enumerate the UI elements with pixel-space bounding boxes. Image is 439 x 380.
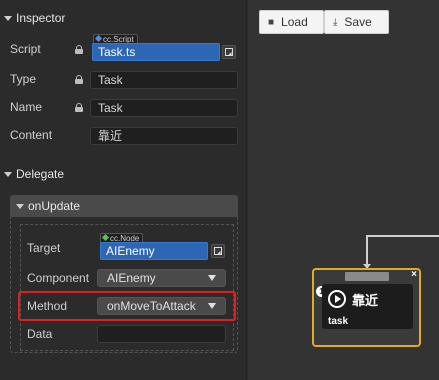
script-tag-icon <box>94 34 103 43</box>
type-field[interactable]: Task <box>90 71 238 89</box>
node-subtitle: task <box>328 316 349 327</box>
pick-node-icon[interactable] <box>211 244 225 258</box>
on-update-header[interactable]: onUpdate <box>10 195 238 217</box>
type-label: Type <box>10 72 37 86</box>
method-label: Method <box>27 299 68 313</box>
node-drag-handle[interactable] <box>345 272 389 281</box>
data-field[interactable] <box>97 325 226 343</box>
method-value: onMoveToAttack <box>107 299 196 313</box>
content-label: Content <box>10 128 53 142</box>
on-update-title: onUpdate <box>28 199 81 213</box>
connection-wire <box>366 235 439 237</box>
collapse-caret-icon[interactable] <box>4 171 12 177</box>
dropdown-arrow-icon <box>208 303 216 309</box>
component-value: AIEnemy <box>107 271 156 285</box>
delegate-title: Delegate <box>16 167 65 181</box>
collapse-caret-icon[interactable] <box>16 203 24 209</box>
connection-wire <box>366 236 368 266</box>
delegate-header[interactable]: Delegate <box>0 165 247 183</box>
save-label: Save <box>344 15 372 29</box>
lock-icon <box>75 75 83 84</box>
component-dropdown[interactable]: AIEnemy <box>97 269 226 287</box>
load-label: Load <box>281 15 308 29</box>
script-label: Script <box>10 42 41 56</box>
play-icon <box>328 290 346 308</box>
target-node-field[interactable]: AIEnemy <box>100 242 208 260</box>
upload-icon: ■ <box>268 16 275 28</box>
inspector-title: Inspector <box>16 11 66 25</box>
collapse-caret-icon[interactable] <box>4 15 12 21</box>
data-label: Data <box>27 327 53 341</box>
component-label: Component <box>27 271 90 285</box>
dropdown-arrow-icon <box>208 275 216 281</box>
load-button[interactable]: ■ Load <box>259 10 324 34</box>
node-tag-icon <box>101 233 110 242</box>
name-label: Name <box>10 100 43 114</box>
method-dropdown[interactable]: onMoveToAttack <box>97 297 226 315</box>
content-field[interactable]: 靠近 <box>90 127 238 145</box>
inspector-panel: Inspector Script cc.Script Task.ts Type … <box>0 0 247 380</box>
close-icon[interactable]: × <box>411 269 417 280</box>
script-asset-field[interactable]: Task.ts <box>92 43 220 61</box>
node-title: 靠近 <box>352 293 379 308</box>
node-body: 靠近 task <box>322 284 413 329</box>
pick-asset-icon[interactable] <box>222 45 236 59</box>
task-node[interactable]: × 1 靠近 task <box>312 268 421 347</box>
target-label: Target <box>27 241 61 255</box>
lock-icon <box>75 45 83 54</box>
name-field[interactable]: Task <box>90 99 238 117</box>
download-icon: ⤓ <box>333 16 338 28</box>
lock-icon <box>75 103 83 112</box>
inspector-header[interactable]: Inspector <box>0 9 247 27</box>
save-button[interactable]: ⤓ Save <box>324 10 389 34</box>
